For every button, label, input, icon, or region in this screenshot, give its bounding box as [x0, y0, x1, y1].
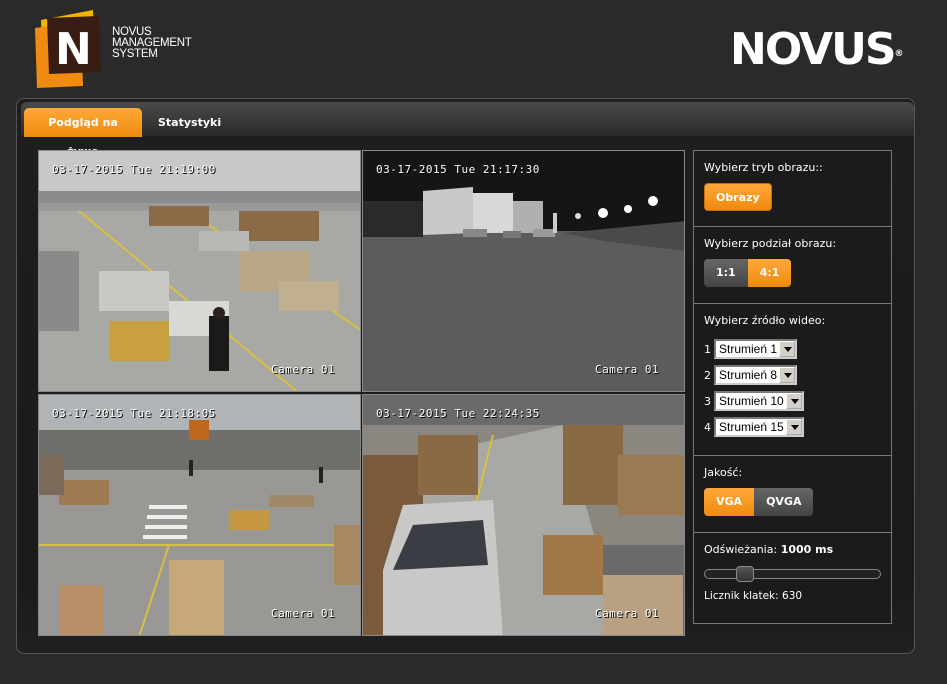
quality-label: Jakość: — [704, 466, 743, 479]
registered-mark: ® — [894, 49, 904, 59]
novus-logo-text: NOVUS — [730, 24, 897, 75]
source-label: Wybierz źródło wideo: — [704, 314, 826, 327]
quality-box: Jakość: VGA QVGA — [693, 455, 892, 532]
refresh-slider[interactable] — [704, 566, 881, 582]
refresh-text: Odświeżania: 1000 ms — [704, 543, 881, 556]
slider-track[interactable] — [704, 569, 881, 579]
camera-view-1[interactable]: 03-17-2015 Tue 21:19:00 Camera 01 — [38, 150, 361, 392]
brand-line-3: SYSTEM — [112, 48, 158, 60]
source-select-1-value: Strumień 1 — [719, 342, 778, 356]
camera-2-name: Camera 01 — [595, 363, 660, 376]
source-num-4: 4 — [704, 420, 711, 434]
camera-view-4[interactable]: 03-17-2015 Tue 22:24:35 Camera 01 — [362, 394, 685, 636]
source-select-2[interactable]: Strumień 8 — [714, 365, 798, 385]
camera-3-name: Camera 01 — [271, 607, 336, 620]
nms-logo-letter: N — [55, 24, 92, 75]
camera-1-timestamp: 03-17-2015 Tue 21:19:00 — [52, 163, 216, 176]
frame-counter-label: Licznik klatek: — [704, 590, 779, 602]
split-label: Wybierz podział obrazu: — [704, 237, 837, 250]
image-mode-box: Wybierz tryb obrazu:: Obrazy — [693, 150, 892, 226]
camera-view-2[interactable]: 03-17-2015 Tue 21:17:30 Camera 01 — [362, 150, 685, 392]
source-row-1: 1 Strumień 1 — [704, 336, 881, 362]
tab-statistics[interactable]: Statystyki — [146, 108, 226, 137]
dropdown-arrow-icon[interactable] — [785, 393, 802, 409]
source-num-2: 2 — [704, 368, 711, 382]
main-panel: Podgląd na żywo Statystyki — [16, 98, 915, 654]
camera-4-timestamp: 03-17-2015 Tue 22:24:35 — [376, 407, 540, 420]
source-select-2-value: Strumień 8 — [719, 368, 778, 382]
camera-grid: 03-17-2015 Tue 21:19:00 Camera 01 03-17-… — [38, 150, 691, 637]
images-button[interactable]: Obrazy — [704, 183, 772, 211]
camera-2-timestamp: 03-17-2015 Tue 21:17:30 — [376, 163, 540, 176]
frame-counter: Licznik klatek: 630 — [704, 590, 881, 602]
source-box: Wybierz źródło wideo: 1 Strumień 1 2 Str… — [693, 303, 892, 455]
source-select-4-value: Strumień 15 — [719, 420, 784, 434]
camera-image-1 — [39, 151, 360, 391]
camera-image-2 — [363, 151, 684, 391]
camera-3-timestamp: 03-17-2015 Tue 21:18:05 — [52, 407, 216, 420]
novus-logo: NOVUS® — [730, 28, 904, 72]
nms-logo: N — [35, 10, 101, 88]
source-num-1: 1 — [704, 342, 711, 356]
source-num-3: 3 — [704, 394, 711, 408]
source-row-3: 3 Strumień 10 — [704, 388, 881, 414]
quality-qvga-button[interactable]: QVGA — [754, 488, 814, 516]
image-mode-label: Wybierz tryb obrazu:: — [704, 161, 823, 174]
refresh-box: Odświeżania: 1000 ms Licznik klatek: 630 — [693, 532, 892, 624]
camera-4-name: Camera 01 — [595, 607, 660, 620]
dropdown-arrow-icon[interactable] — [785, 419, 802, 435]
source-select-3[interactable]: Strumień 10 — [714, 391, 804, 411]
quality-toggle: VGA QVGA — [704, 488, 814, 516]
source-select-4[interactable]: Strumień 15 — [714, 417, 804, 437]
control-sidebar: Wybierz tryb obrazu:: Obrazy Wybierz pod… — [693, 150, 892, 624]
source-row-4: 4 Strumień 15 — [704, 414, 881, 440]
quality-vga-button[interactable]: VGA — [704, 488, 755, 516]
nms-brand-text: NOVUS MANAGEMENT SYSTEM — [112, 26, 192, 60]
header: N NOVUS MANAGEMENT SYSTEM NOVUS® — [0, 0, 947, 98]
split-box: Wybierz podział obrazu: 1:1 4:1 — [693, 226, 892, 303]
source-select-3-value: Strumień 10 — [719, 394, 784, 408]
frame-counter-value: 630 — [782, 590, 803, 602]
dropdown-arrow-icon[interactable] — [779, 341, 796, 357]
split-toggle: 1:1 4:1 — [704, 259, 792, 287]
camera-view-3[interactable]: 03-17-2015 Tue 21:18:05 Camera 01 — [38, 394, 361, 636]
tab-bar: Podgląd na żywo Statystyki — [21, 102, 914, 158]
split-4-1-button[interactable]: 4:1 — [747, 259, 792, 287]
camera-image-4 — [363, 395, 684, 635]
source-row-2: 2 Strumień 8 — [704, 362, 881, 388]
source-select-1[interactable]: Strumień 1 — [714, 339, 798, 359]
split-1-1-button[interactable]: 1:1 — [704, 259, 748, 287]
camera-image-3 — [39, 395, 360, 635]
dropdown-arrow-icon[interactable] — [779, 367, 796, 383]
refresh-value: 1000 ms — [780, 543, 834, 556]
refresh-label: Odświeżania: — [704, 543, 778, 556]
slider-thumb[interactable] — [736, 566, 754, 582]
camera-1-name: Camera 01 — [271, 363, 336, 376]
tab-live-view[interactable]: Podgląd na żywo — [24, 108, 142, 158]
